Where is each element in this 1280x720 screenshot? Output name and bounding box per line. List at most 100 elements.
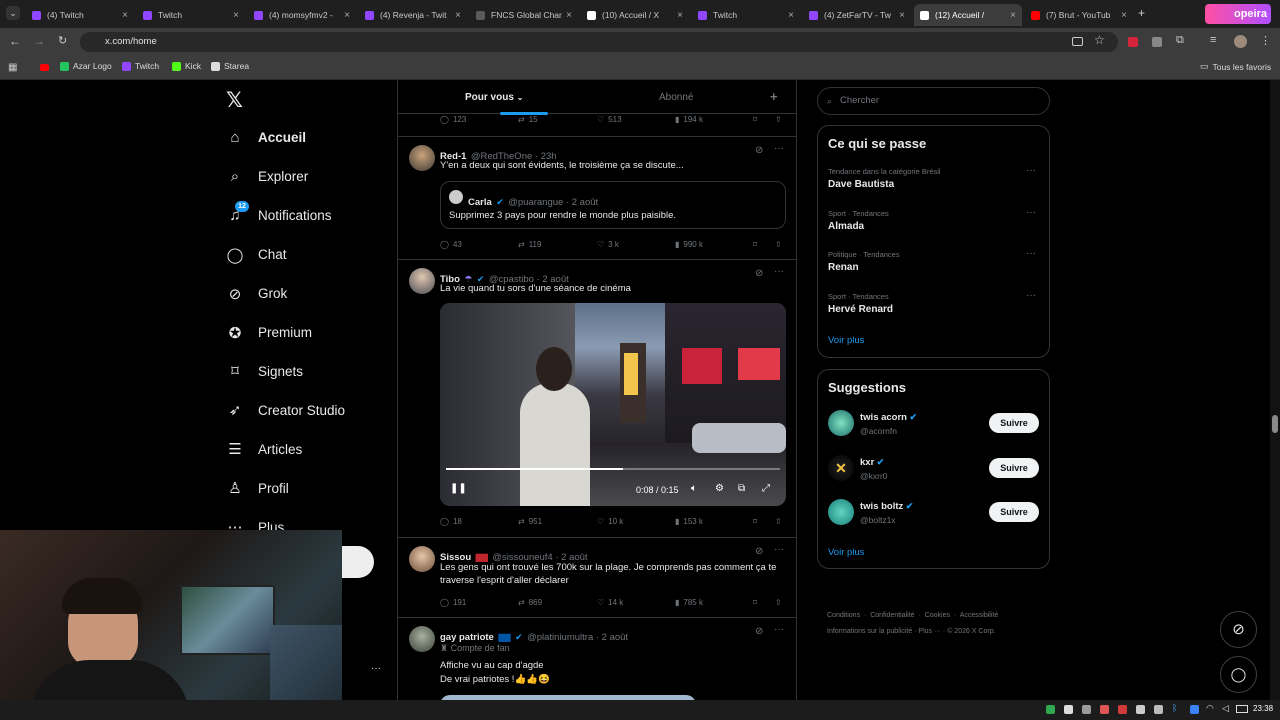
follow-button[interactable]: Suivre: [989, 502, 1039, 522]
views-button[interactable]: ▮ 785 k: [675, 598, 703, 607]
volume-icon[interactable]: 🔈︎: [691, 483, 697, 494]
close-tab-icon[interactable]: ×: [122, 10, 128, 21]
browser-tab[interactable]: Twitch ×: [137, 4, 245, 26]
forward-icon[interactable]: →: [33, 34, 45, 48]
suggestion-name[interactable]: kxr ✔: [860, 457, 884, 468]
close-tab-icon[interactable]: ×: [788, 10, 794, 21]
post[interactable]: Sissou ▇▇ @sissouneuf4 · 2 août ⊘ ··· Le…: [398, 538, 796, 618]
extension-icon-red[interactable]: [1128, 37, 1138, 47]
reload-icon[interactable]: ↻: [58, 34, 67, 47]
follow-button[interactable]: Suivre: [989, 413, 1039, 433]
reply-button[interactable]: ◯ 191: [440, 598, 466, 607]
browser-tab[interactable]: (10) Accueil / X ×: [581, 4, 689, 26]
close-tab-icon[interactable]: ×: [344, 10, 350, 21]
close-tab-icon[interactable]: ×: [899, 10, 905, 21]
browser-menu-icon[interactable]: ⋮: [1260, 34, 1271, 47]
browser-tab[interactable]: Twitch ×: [692, 4, 800, 26]
bookmark-azar[interactable]: Azar Logo: [60, 61, 112, 71]
suggestion-name[interactable]: twis boltz ✔: [860, 501, 913, 512]
sidebar-item-profil[interactable]: ♙ Profil: [226, 479, 289, 497]
footer-link[interactable]: Confidentialité: [870, 612, 914, 619]
like-button[interactable]: ♡ 14 k: [597, 598, 623, 607]
avatar[interactable]: [828, 410, 854, 436]
browser-tab[interactable]: (4) ZetFarTV - Tw ×: [803, 4, 911, 26]
trends-see-more[interactable]: Voir plus: [828, 335, 864, 346]
browser-tab[interactable]: (4) Revenja - Twit ×: [359, 4, 467, 26]
video-player[interactable]: ❚❚ 0:08 / 0:15 🔈︎ ⚙ ⧉ ⤢: [440, 303, 786, 506]
bookmark-button[interactable]: ⌑: [753, 598, 757, 607]
pause-icon[interactable]: ❚❚: [450, 483, 467, 494]
browser-tab[interactable]: (12) Accueil / ×: [914, 4, 1022, 26]
grok-post-icon[interactable]: ⊘: [755, 546, 763, 557]
grok-floating-button[interactable]: ⊘: [1220, 611, 1257, 648]
close-tab-icon[interactable]: ×: [566, 10, 572, 21]
bookmark-starea[interactable]: Starea: [211, 61, 249, 71]
repost-button[interactable]: ⇄ 119: [518, 240, 541, 249]
battery-icon[interactable]: [1236, 705, 1248, 713]
avatar[interactable]: [409, 268, 435, 294]
close-tab-icon[interactable]: ×: [677, 10, 683, 21]
trend-item[interactable]: Dave Bautista: [828, 179, 894, 190]
more-options-icon[interactable]: ···: [774, 624, 784, 635]
bookmark-twitch[interactable]: Twitch: [122, 61, 159, 71]
media-icon[interactable]: ≡: [1210, 34, 1216, 46]
reply-button[interactable]: ◯ 18: [440, 517, 462, 526]
star-icon[interactable]: ☆: [1094, 33, 1105, 47]
footer-link[interactable]: Conditions: [827, 612, 860, 619]
fullscreen-icon[interactable]: ⤢: [762, 483, 770, 494]
more-options-icon[interactable]: ···: [774, 544, 784, 555]
sidebar-item-signets[interactable]: ⌑ Signets: [226, 362, 303, 380]
extension-icon-gray[interactable]: [1152, 37, 1162, 47]
browser-tab[interactable]: FNCS Global Char ×: [470, 4, 578, 26]
pip-icon[interactable]: ⧉: [738, 483, 745, 494]
trend-item[interactable]: Renan: [828, 262, 859, 273]
like-button[interactable]: ♡ 10 k: [597, 517, 623, 526]
tray-icon[interactable]: [1046, 705, 1055, 714]
footer-line2[interactable]: Informations sur la publicité · Plus ···…: [827, 628, 1047, 635]
footer-link[interactable]: Cookies: [925, 612, 950, 619]
wifi-icon[interactable]: ◠: [1206, 703, 1214, 714]
bookmark-kick[interactable]: Kick: [172, 61, 201, 71]
avatar[interactable]: [409, 546, 435, 572]
like-button[interactable]: ♡ 513: [597, 115, 622, 124]
add-tab-icon[interactable]: +: [770, 89, 778, 104]
scrollbar-thumb[interactable]: [1272, 415, 1278, 433]
like-button[interactable]: ♡ 3 k: [597, 240, 619, 249]
post[interactable]: gay patriote ▇▇ ✔ @platiniumultra · 2 ao…: [398, 618, 796, 700]
avatar[interactable]: [1234, 35, 1247, 48]
quoted-post[interactable]: Carla ✔ @puarangue · 2 août Supprimez 3 …: [440, 181, 786, 229]
grok-post-icon[interactable]: ⊘: [755, 145, 763, 156]
more-dots-icon[interactable]: ···: [371, 663, 381, 674]
suggestions-see-more[interactable]: Voir plus: [828, 547, 864, 558]
share-button[interactable]: ⇧: [775, 517, 782, 526]
close-tab-icon[interactable]: ×: [1121, 10, 1127, 21]
bookmark-button[interactable]: ⌑: [753, 240, 757, 249]
trend-item[interactable]: Almada: [828, 221, 864, 232]
footer-link[interactable]: Accessibilité: [960, 612, 999, 619]
more-options-icon[interactable]: ···: [1026, 165, 1036, 176]
messages-floating-button[interactable]: ◯: [1220, 656, 1257, 693]
suggestion-name[interactable]: twis acorn ✔: [860, 412, 917, 423]
tab-pour-vous[interactable]: Pour vous ⌄: [465, 92, 523, 103]
tray-icon[interactable]: [1082, 705, 1091, 714]
more-options-icon[interactable]: ···: [1026, 248, 1036, 259]
views-button[interactable]: ▮ 194 k: [675, 115, 703, 124]
views-button[interactable]: ▮ 153 k: [675, 517, 703, 526]
sidebar-item-explorer[interactable]: ⌕ Explorer: [226, 168, 308, 185]
trend-item[interactable]: Hervé Renard: [828, 304, 893, 315]
repost-button[interactable]: ⇄ 951: [518, 517, 542, 526]
more-options-icon[interactable]: ···: [1026, 290, 1036, 301]
back-icon[interactable]: ←: [9, 34, 21, 48]
sidebar-item-notifications[interactable]: ♫ 12 Notifications: [226, 200, 332, 224]
repost-button[interactable]: ⇄ 15: [518, 115, 538, 124]
youtube-bookmark-icon[interactable]: [40, 64, 49, 71]
sidebar-item-chat[interactable]: ◯ Chat: [226, 246, 287, 264]
browser-tab[interactable]: (7) Brut - YouTub ×: [1025, 4, 1133, 26]
avatar[interactable]: ✕: [828, 454, 854, 481]
browser-tab[interactable]: (4) Twitch ×: [26, 4, 134, 26]
post[interactable]: Red-1 @RedTheOne · 23h ⊘ ··· Y'en a deux…: [398, 137, 796, 260]
tray-icon[interactable]: [1100, 705, 1109, 714]
x-logo-icon[interactable]: 𝕏: [226, 88, 243, 112]
avatar[interactable]: [409, 145, 435, 171]
post[interactable]: Tibo ☂ ✔ @cpastibo · 2 août ⊘ ··· La vie…: [398, 260, 796, 538]
